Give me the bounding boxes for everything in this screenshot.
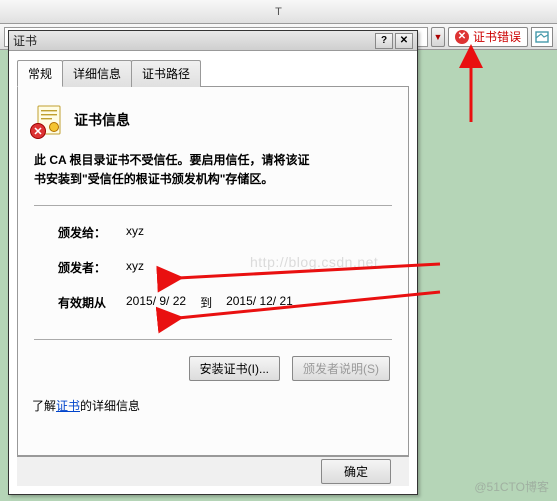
cert-info-heading: 证书信息 (74, 110, 130, 130)
cert-warning-text: 此 CA 根目录证书不受信任。要启用信任，请将该证 书安装到"受信任的根证书颁发… (30, 149, 396, 205)
validity-label: 有效期从 (58, 294, 126, 311)
issuer-value: xyz (126, 259, 144, 276)
issuer-label: 颁发者： (58, 259, 126, 276)
tab-content-general: ✕ 证书信息 此 CA 根目录证书不受信任。要启用信任，请将该证 书安装到"受信… (17, 87, 409, 456)
issued-to-label: 颁发给： (58, 224, 126, 241)
validity-to-word: 到 (200, 294, 212, 311)
browser-mark: T (275, 6, 282, 18)
browser-top-bar: T (0, 0, 557, 24)
dialog-title-bar: 证书 ? ✕ (9, 31, 417, 51)
close-button[interactable]: ✕ (395, 33, 413, 49)
help-button[interactable]: ? (375, 33, 393, 49)
install-cert-button[interactable]: 安装证书(I)... (189, 356, 280, 381)
certificate-dialog: 证书 ? ✕ 常规 详细信息 证书路径 ✕ (8, 30, 418, 495)
certificate-icon: ✕ (32, 103, 66, 137)
ok-button[interactable]: 确定 (321, 459, 391, 484)
validity-to: 2015/ 12/ 21 (226, 294, 293, 311)
validity-from: 2015/ 9/ 22 (126, 294, 186, 311)
issued-to-value: xyz (126, 224, 144, 241)
address-dropdown[interactable]: ▼ (431, 27, 445, 47)
more-info-line: 了解证书的详细信息 (30, 389, 396, 414)
tab-strip: 常规 详细信息 证书路径 (17, 59, 409, 87)
issuer-statement-button[interactable]: 颁发者说明(S) (292, 356, 390, 381)
compat-view-button[interactable] (531, 27, 553, 47)
more-info-link[interactable]: 证书 (56, 399, 80, 413)
issuer-row: 颁发者： xyz (58, 259, 376, 276)
cert-error-button[interactable]: ✕ 证书错误 (448, 27, 528, 47)
error-x-icon: ✕ (30, 123, 46, 139)
dialog-bottom-bar: 确定 (17, 456, 409, 486)
tab-general[interactable]: 常规 (17, 60, 63, 87)
cert-error-x-icon: ✕ (455, 30, 469, 44)
tab-cert-path[interactable]: 证书路径 (131, 60, 201, 87)
cert-error-label: 证书错误 (473, 28, 521, 45)
validity-row: 有效期从 2015/ 9/ 22 到 2015/ 12/ 21 (58, 294, 376, 311)
issued-to-row: 颁发给： xyz (58, 224, 376, 241)
tab-details[interactable]: 详细信息 (62, 60, 132, 87)
page-icon (535, 31, 549, 43)
dialog-title: 证书 (13, 32, 37, 49)
